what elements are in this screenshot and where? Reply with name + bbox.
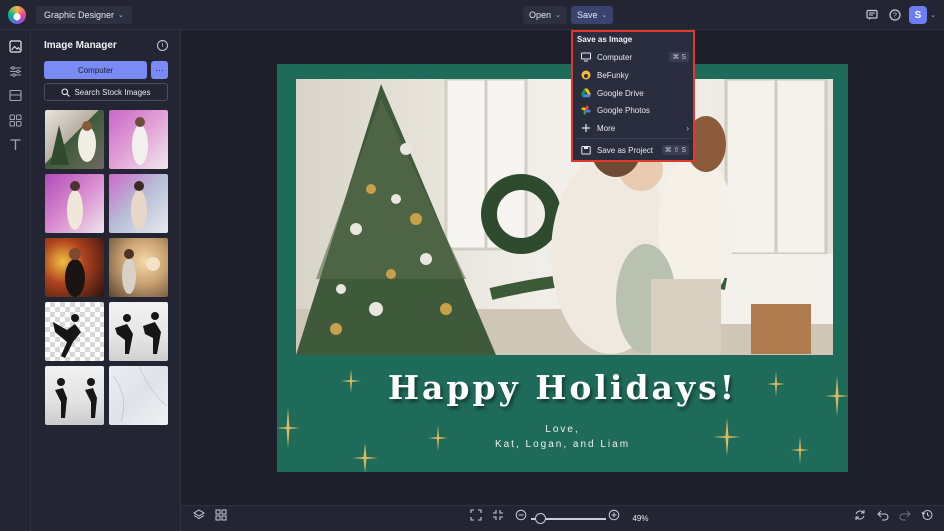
menu-heading: Save as Image (577, 35, 633, 44)
open-label: Open (529, 10, 552, 20)
image-thumbnail[interactable] (45, 302, 104, 361)
chevron-down-icon: ⌄ (601, 12, 608, 19)
zoom-slider-handle[interactable] (535, 513, 546, 524)
chevron-down-icon[interactable]: ⌄ (927, 6, 939, 24)
befunky-icon (581, 70, 591, 80)
image-thumbnail[interactable] (109, 302, 168, 361)
menu-item-label: Save as Project (597, 145, 654, 155)
layout-icon[interactable] (9, 89, 22, 102)
sparkle-decoration (825, 376, 849, 416)
sparkle-decoration (791, 436, 809, 464)
family-christmas-photo[interactable] (296, 79, 833, 355)
image-thumbnail[interactable] (109, 174, 168, 233)
sparkle-decoration (428, 425, 448, 451)
shortcut-badge: ⌘ ⇧ S (661, 145, 689, 155)
redo-icon[interactable] (897, 507, 913, 523)
zoom-percentage[interactable]: 49% (627, 510, 654, 526)
search-icon (61, 87, 71, 97)
help-icon[interactable]: ? (886, 6, 904, 24)
menu-item-google-photos[interactable]: Google Photos (581, 102, 689, 118)
save-button[interactable]: Save ⌄ (571, 6, 614, 24)
menu-item-save-project[interactable]: Save as Project ⌘ ⇧ S (581, 142, 689, 158)
save-dropdown-menu: Save as Image Computer ⌘ S BeFunky Googl… (571, 30, 695, 162)
text-icon[interactable] (9, 138, 22, 151)
menu-item-label: BeFunky (597, 70, 629, 80)
menu-item-befunky[interactable]: BeFunky (581, 67, 689, 83)
menu-item-google-drive[interactable]: Google Drive (581, 85, 689, 101)
sparkle-decoration (276, 408, 300, 448)
grid-icon[interactable] (213, 507, 229, 523)
image-thumbnail[interactable] (109, 110, 168, 169)
image-thumbnail[interactable] (45, 110, 104, 169)
menu-item-more[interactable]: More › (581, 120, 689, 136)
graphics-icon[interactable] (9, 114, 22, 127)
panel-title: Image Manager (44, 40, 117, 51)
monitor-icon (581, 52, 591, 62)
menu-item-label: Computer (597, 52, 633, 62)
sparkle-decoration (713, 418, 741, 456)
chevron-down-icon: ⌄ (555, 12, 561, 19)
sparkle-decoration (352, 443, 378, 473)
menu-divider (577, 138, 691, 139)
open-button[interactable]: Open ⌄ (523, 6, 567, 24)
zoom-out-icon[interactable] (513, 507, 529, 523)
plus-icon (581, 123, 591, 133)
svg-text:?: ? (893, 13, 897, 20)
adjust-sliders-icon[interactable] (9, 65, 22, 78)
replace-image-icon[interactable] (852, 507, 868, 523)
info-icon[interactable]: i (157, 40, 168, 51)
search-stock-images-button[interactable]: Search Stock Images (44, 83, 168, 101)
search-stock-label: Search Stock Images (74, 87, 151, 97)
image-thumbnail[interactable] (109, 366, 168, 425)
menu-item-label: Google Photos (597, 105, 650, 115)
save-label: Save (577, 10, 598, 20)
layers-icon[interactable] (191, 507, 207, 523)
befunky-logo[interactable] (8, 6, 26, 24)
undo-icon[interactable] (875, 507, 891, 523)
sparkle-decoration (341, 369, 361, 393)
menu-item-label: More (597, 123, 616, 133)
card-headline[interactable]: Happy Holidays! (277, 368, 848, 407)
image-thumbnail[interactable] (109, 238, 168, 297)
comments-icon[interactable] (863, 6, 881, 24)
google-photos-icon (581, 105, 591, 115)
more-options-button[interactable]: ··· (151, 61, 168, 79)
image-thumbnail[interactable] (45, 238, 104, 297)
app-switcher-label: Graphic Designer (44, 10, 115, 20)
actual-size-icon[interactable] (490, 507, 506, 523)
menu-item-label: Google Drive (597, 88, 644, 98)
shortcut-badge: ⌘ S (669, 52, 689, 62)
sparkle-decoration (767, 371, 785, 397)
top-bar (0, 0, 944, 30)
history-icon[interactable] (919, 507, 935, 523)
avatar[interactable]: S (909, 6, 927, 24)
image-thumbnail[interactable] (45, 174, 104, 233)
computer-upload-button[interactable]: Computer (44, 61, 147, 79)
image-thumbnail[interactable] (45, 366, 104, 425)
tool-rail (0, 30, 31, 531)
menu-item-computer[interactable]: Computer ⌘ S (581, 49, 689, 65)
zoom-in-icon[interactable] (606, 507, 622, 523)
chevron-down-icon: ⌄ (118, 12, 124, 19)
project-icon (581, 145, 591, 155)
chevron-right-icon: › (686, 123, 689, 133)
google-drive-icon (581, 88, 591, 98)
app-switcher[interactable]: Graphic Designer ⌄ (36, 6, 132, 24)
image-manager-icon[interactable] (9, 40, 22, 53)
card-signoff[interactable]: Love, (277, 424, 848, 435)
fit-to-screen-icon[interactable] (468, 507, 484, 523)
